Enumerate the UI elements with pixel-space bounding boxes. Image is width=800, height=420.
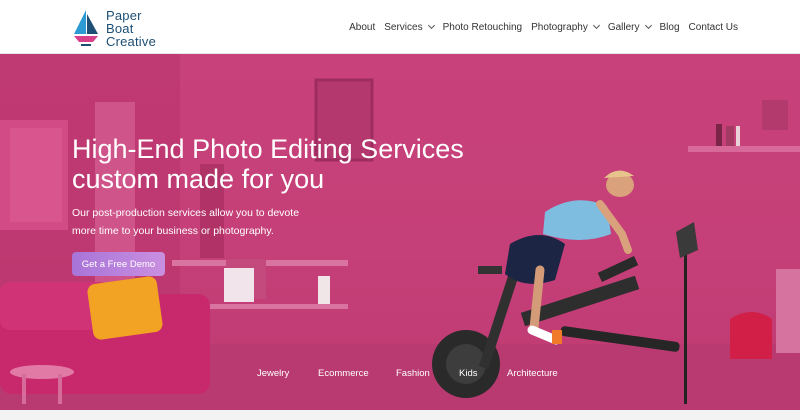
nav-photo-retouching-label: Photo Retouching	[442, 21, 523, 33]
nav-photography[interactable]: Photography	[531, 21, 600, 33]
site-header: Paper Boat Creative About Services Photo…	[0, 0, 800, 54]
category-link-ecommerce[interactable]: Ecommerce	[318, 368, 369, 379]
brand-name-line1: Paper	[106, 7, 142, 23]
nav-services[interactable]: Services	[384, 21, 435, 33]
category-link-fashion[interactable]: Fashion	[396, 368, 430, 379]
brand-logo[interactable]: Paper Boat Creative	[72, 6, 182, 50]
category-link-architecture[interactable]: Architecture	[507, 368, 558, 379]
nav-services-label: Services	[384, 21, 423, 33]
nav-photography-label: Photography	[531, 21, 588, 33]
nav-about-label: About	[349, 21, 376, 33]
category-link-kids[interactable]: Kids	[459, 368, 477, 379]
nav-gallery-label: Gallery	[607, 21, 640, 33]
brand-name-line2: Boat	[106, 20, 134, 36]
hero-subtitle-line2: more time to your business or photograph…	[72, 225, 274, 237]
category-link-jewelry[interactable]: Jewelry	[257, 368, 289, 379]
hero-title: High-End Photo Editing Services custom m…	[72, 134, 492, 194]
chevron-down-icon	[644, 21, 652, 30]
hero-subtitle: Our post-production services allow you t…	[72, 204, 322, 240]
chevron-down-icon	[427, 21, 435, 30]
hero-title-line2: custom made for you	[72, 164, 325, 194]
category-links: Jewelry Ecommerce Fashion Kids Architect…	[0, 368, 800, 382]
nav-gallery[interactable]: Gallery	[607, 21, 652, 33]
hero-title-line1: High-End Photo Editing Services	[72, 134, 464, 164]
nav-blog[interactable]: Blog	[660, 22, 680, 33]
brand-name: Paper Boat Creative	[106, 9, 156, 48]
nav-photo-retouching[interactable]: Photo Retouching	[443, 22, 523, 33]
page-bottom-strip	[0, 410, 800, 420]
nav-blog-label: Blog	[659, 21, 680, 33]
hero-subtitle-line1: Our post-production services allow you t…	[72, 207, 300, 219]
hero-banner: High-End Photo Editing Services custom m…	[0, 54, 800, 410]
paper-boat-icon	[72, 8, 100, 48]
nav-contact-us-label: Contact Us	[688, 21, 738, 33]
get-free-demo-button[interactable]: Get a Free Demo	[72, 252, 165, 276]
nav-about[interactable]: About	[349, 22, 375, 33]
chevron-down-icon	[592, 21, 600, 30]
nav-contact-us[interactable]: Contact Us	[689, 22, 738, 33]
brand-name-line3: Creative	[106, 33, 157, 49]
main-nav: About Services Photo Retouching Photogra…	[349, 0, 738, 54]
